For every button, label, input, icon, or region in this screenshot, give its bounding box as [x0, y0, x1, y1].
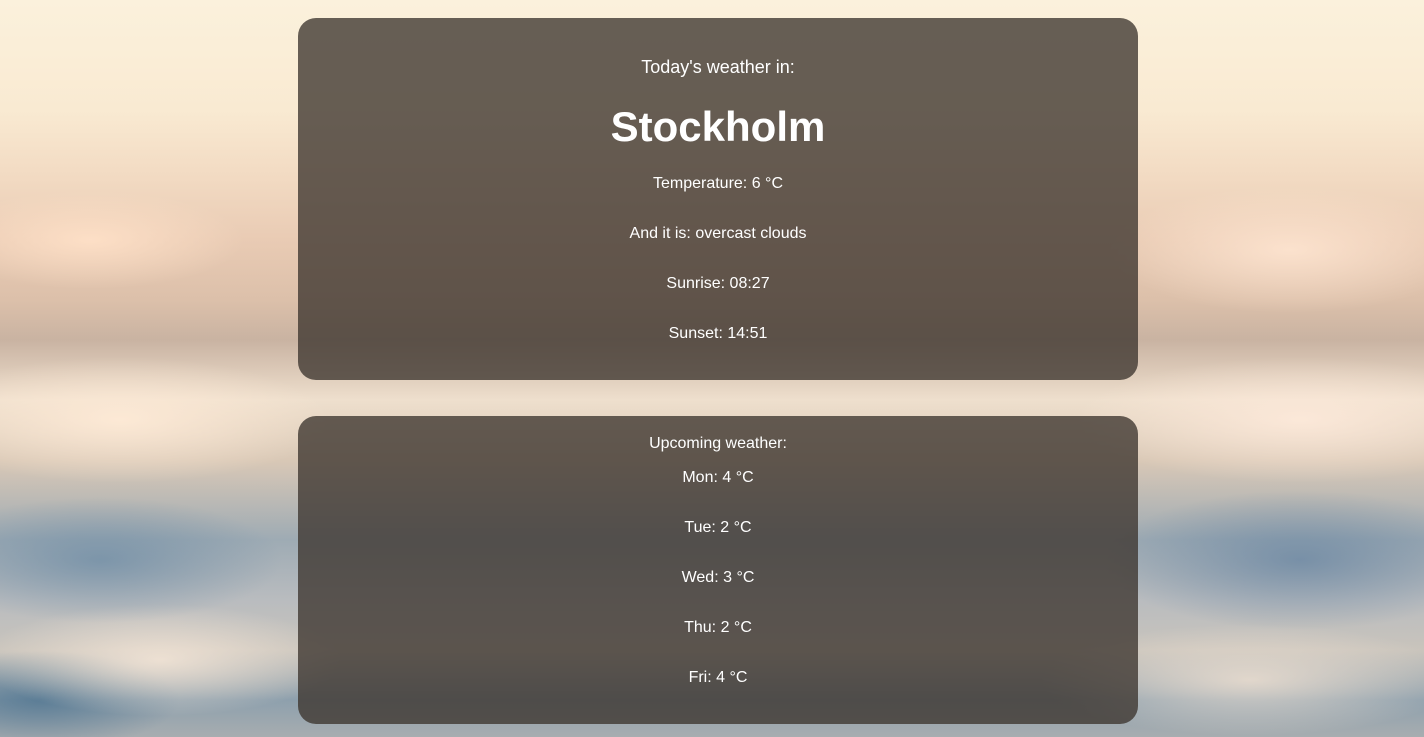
today-weather-card: Today's weather in: Stockholm Temperatur…: [298, 18, 1138, 380]
today-heading: Today's weather in:: [641, 57, 795, 77]
upcoming-heading: Upcoming weather:: [649, 435, 787, 452]
forecast-item-tue: Tue: 2 °C: [684, 519, 752, 536]
sunset-text: Sunset: 14:51: [668, 325, 768, 342]
forecast-item-fri: Fri: 4 °C: [688, 669, 748, 686]
forecast-item-mon: Mon: 4 °C: [682, 469, 754, 486]
forecast-item-thu: Thu: 2 °C: [684, 619, 752, 636]
forecast-item-wed: Wed: 3 °C: [681, 569, 755, 586]
city-name: Stockholm: [610, 103, 826, 150]
temperature-text: Temperature: 6 °C: [652, 175, 783, 192]
upcoming-weather-card: Upcoming weather: Mon: 4 °C Tue: 2 °C We…: [298, 416, 1138, 724]
sunrise-text: Sunrise: 08:27: [666, 275, 770, 292]
condition-text: And it is: overcast clouds: [629, 225, 807, 242]
